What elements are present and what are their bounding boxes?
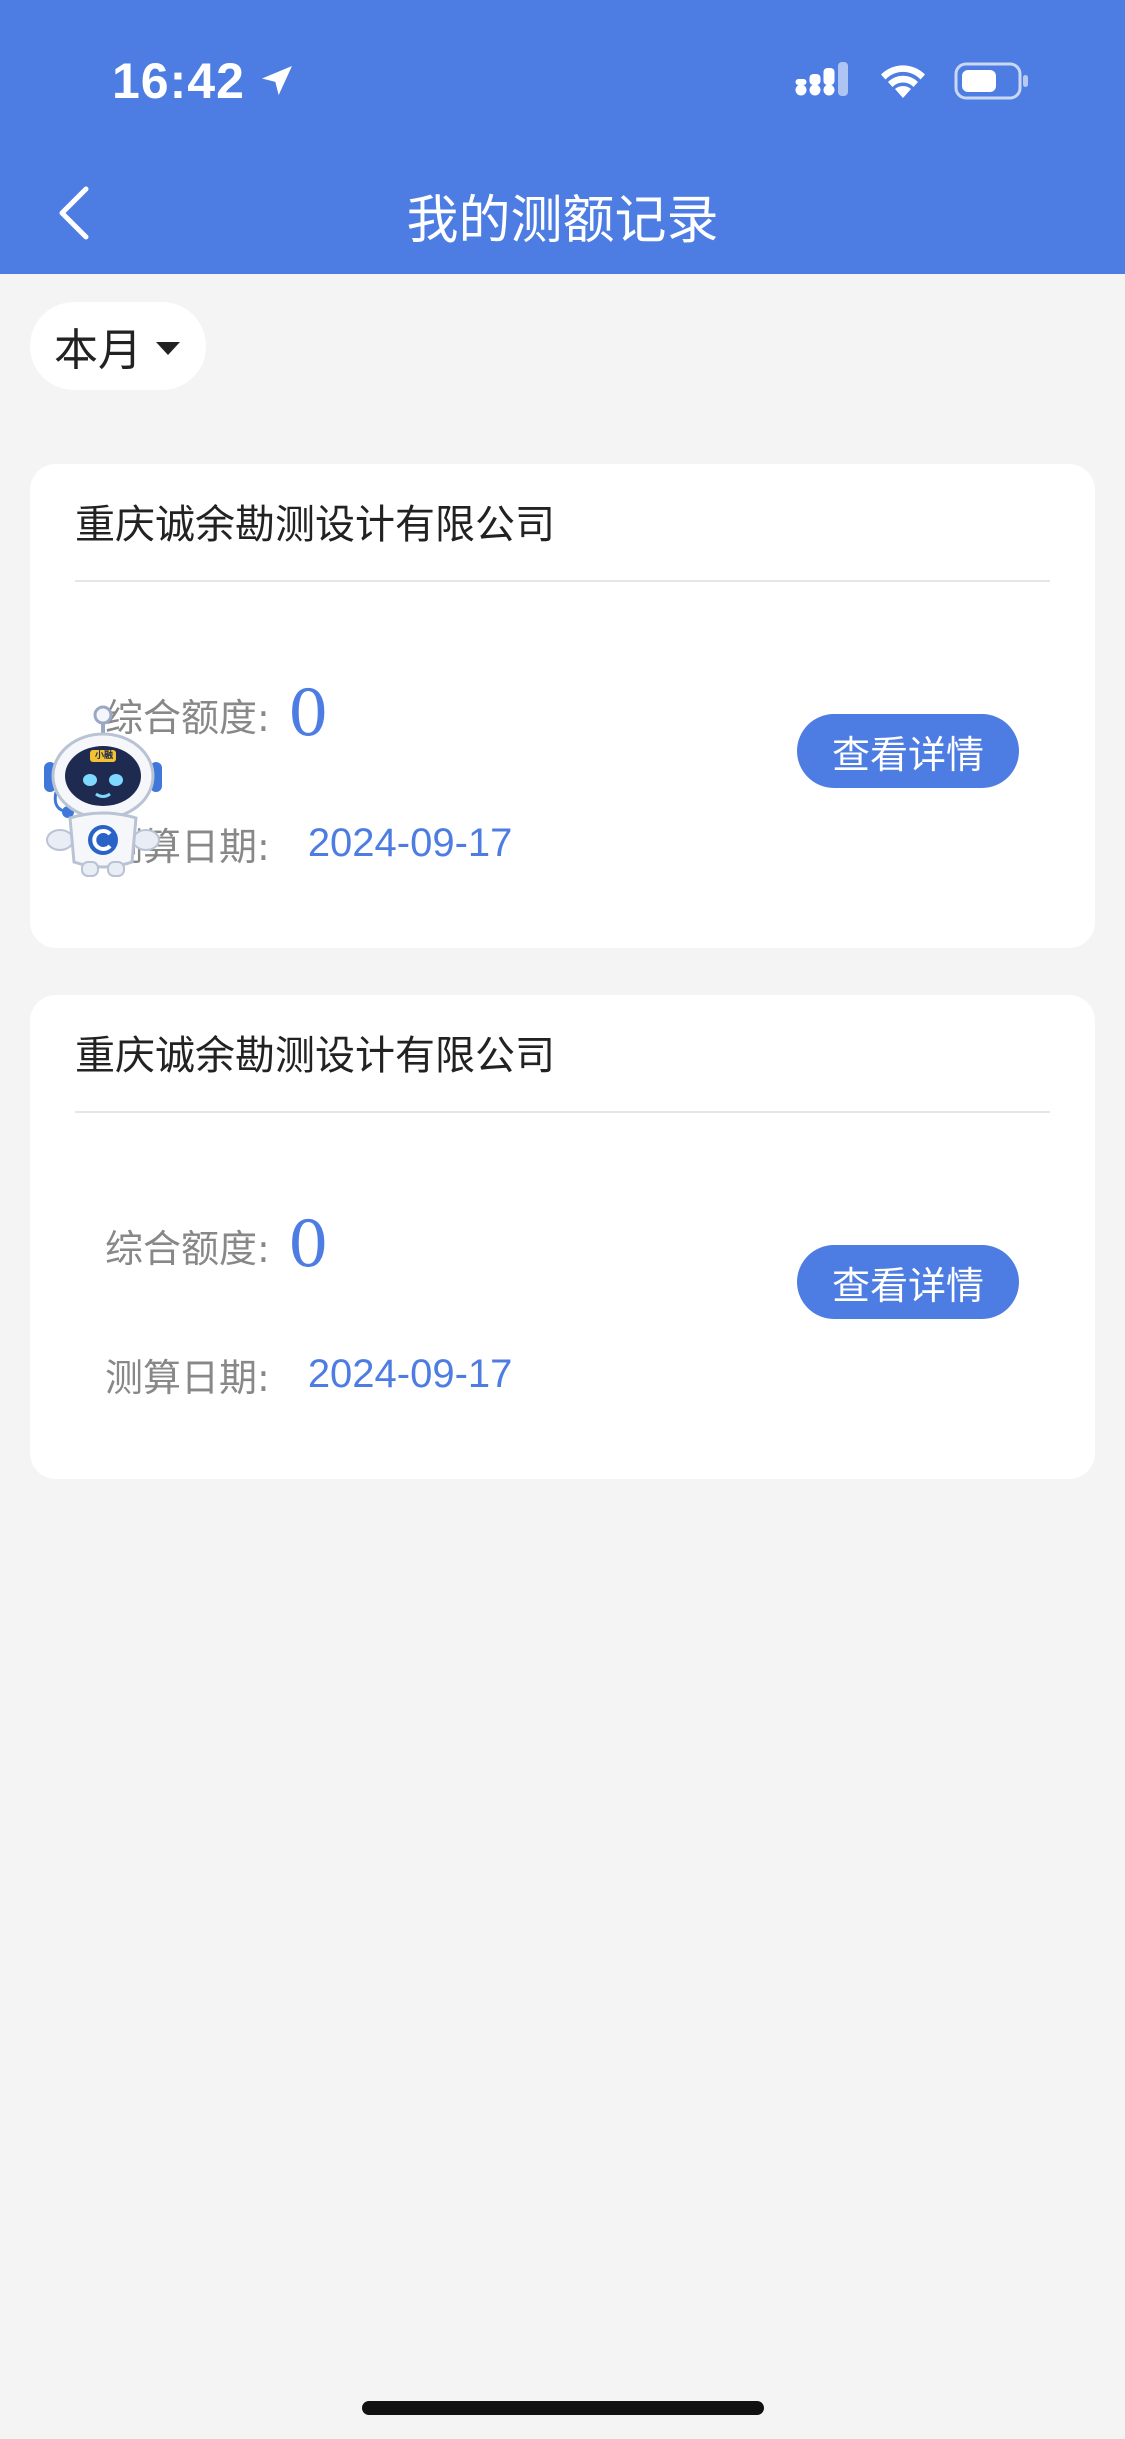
view-details-button[interactable]: 查看详情 [797,714,1019,788]
robot-mascot-icon [44,705,162,877]
record-card: 重庆诚余勘测设计有限公司 综合额度: 0 测算日期: 2024-09-17 查看… [30,464,1095,948]
view-details-button[interactable]: 查看详情 [797,1245,1019,1319]
amount-label: 综合额度: [105,1226,270,1271]
company-name: 重庆诚余勘测设计有限公司 [75,1033,555,1079]
amount-value: 0 [287,677,329,751]
filter-label: 本月 [54,325,142,376]
app-header: 16:42 我的测额记录 [0,0,1125,274]
month-filter-dropdown[interactable]: 本月 [30,302,206,390]
date-label: 测算日期: [105,1356,270,1400]
amount-value: 0 [287,1208,329,1282]
record-card: 重庆诚余勘测设计有限公司 综合额度: 0 测算日期: 2024-09-17 查看… [30,995,1095,1479]
status-bar-right [794,62,1030,100]
battery-icon [954,62,1028,100]
date-row: 测算日期: 2024-09-17 [105,1347,512,1402]
date-value: 2024-09-17 [307,821,513,865]
dropdown-caret-icon [156,341,180,355]
wifi-icon [881,65,925,98]
card-divider [75,1111,1050,1113]
amount-row: 综合额度: 0 [105,1213,329,1277]
location-arrow-icon [261,66,292,96]
date-value: 2024-09-17 [307,1352,513,1396]
assistant-mascot-button[interactable]: 小融 [38,700,168,880]
company-name: 重庆诚余勘测设计有限公司 [75,502,555,548]
status-time-text: 16:42 [112,53,245,109]
status-bar-time: 16:42 [112,52,297,110]
mascot-badge-text: 小融 [94,751,113,761]
card-divider [75,580,1050,582]
cellular-signal-icon [795,62,848,96]
home-indicator [362,2401,764,2415]
page-title: 我的测额记录 [406,191,719,251]
